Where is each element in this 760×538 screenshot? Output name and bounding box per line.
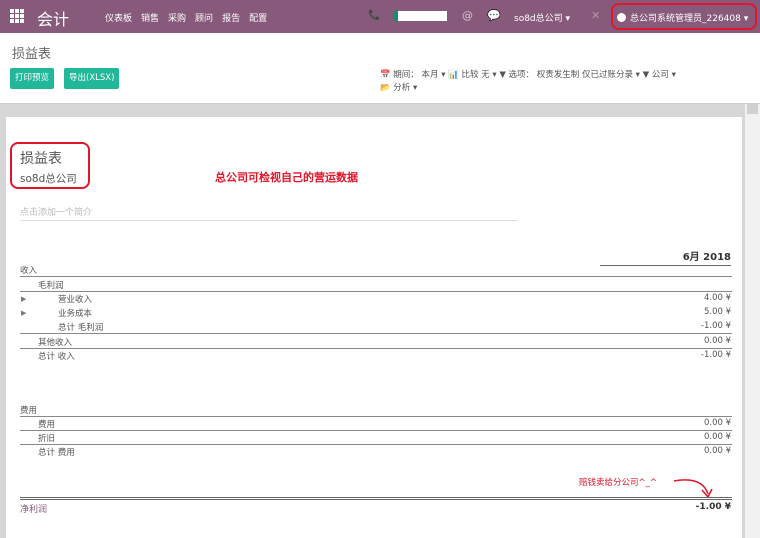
menu-reports[interactable]: 报告 (222, 11, 240, 24)
divider (20, 333, 732, 334)
expense-label: 费用 (38, 420, 56, 430)
total-income-amount: -1.00 ¥ (700, 350, 731, 360)
menu-dashboard[interactable]: 仪表板 (105, 11, 132, 24)
caret-right-icon[interactable]: ▶ (21, 309, 26, 317)
total-gross-profit-amount: -1.00 ¥ (700, 321, 731, 331)
operating-income-label[interactable]: 营业收入 (58, 293, 92, 305)
main-menu: 仪表板 销售 采购 顾问 报告 配置 (105, 11, 267, 24)
income-label: 收入 (20, 266, 38, 276)
company-switcher[interactable]: so8d总公司 ▾ (514, 11, 570, 24)
filter-row-1[interactable]: 📅 期间： 本月 ▾ 📊 比较 无 ▾ ▼ 选项： 权责发生制 仅已过账分录 ▾… (380, 69, 676, 82)
depreciation-amount: 0.00 ¥ (703, 432, 731, 442)
other-income-label: 其他收入 (38, 338, 73, 348)
summary-field[interactable]: 点击添加一个简介 (20, 205, 518, 221)
operating-income-amount[interactable]: 4.00 ¥ (600, 293, 731, 303)
net-profit-divider (20, 497, 732, 500)
depreciation-label: 折旧 (38, 434, 56, 444)
column-header: 6月 2018 (600, 248, 731, 266)
total-expenses-label: 总计 费用 (38, 448, 75, 458)
at-icon[interactable]: @ (462, 9, 473, 22)
total-expenses-amount: 0.00 ¥ (703, 446, 731, 456)
divider (20, 291, 732, 292)
cost-of-revenue-label[interactable]: 业务成本 (58, 307, 92, 319)
net-profit-label: 净利润 (20, 505, 48, 515)
scrollbar[interactable] (745, 104, 760, 538)
menu-sales[interactable]: 销售 (141, 11, 159, 24)
total-income-label: 总计 收入 (38, 352, 75, 362)
chat-icon[interactable]: 💬 (487, 9, 501, 22)
phone-icon[interactable]: 📞 (368, 10, 380, 21)
annotation-text: 总公司可检视自己的营运数据 (215, 171, 358, 184)
filter-analysis[interactable]: 📂 分析 ▾ (380, 82, 676, 95)
user-menu[interactable]: 总公司系统管理员_226408 ▾ (611, 3, 757, 30)
menu-purchase[interactable]: 采购 (168, 11, 186, 24)
voip-status-bar[interactable] (393, 11, 447, 21)
expenses-label: 费用 (20, 406, 38, 416)
divider (20, 276, 732, 277)
divider (20, 444, 732, 445)
app-name: 会计 (37, 10, 70, 29)
divider (20, 416, 732, 417)
print-preview-button[interactable]: 打印预览 (10, 68, 55, 89)
export-xlsx-button[interactable]: 导出(XLSX) (64, 68, 120, 89)
apps-grid-icon[interactable] (10, 9, 24, 23)
user-name: 总公司系统管理员_226408 ▾ (630, 14, 749, 24)
scrollbar-thumb[interactable] (747, 104, 758, 114)
control-panel: 损益表 打印预览 导出(XLSX) 📅 期间： 本月 ▾ 📊 比较 无 ▾ ▼ … (0, 33, 760, 104)
divider (20, 348, 732, 349)
total-gross-profit-label: 总计 毛利润 (58, 323, 104, 333)
net-profit-amount: -1.00 ¥ (695, 502, 731, 512)
breadcrumb: 损益表 (12, 47, 52, 62)
divider (20, 430, 732, 431)
report-title: 损益表 (20, 151, 62, 167)
close-icon[interactable]: ✕ (591, 9, 600, 22)
top-navbar: 会计 仪表板 销售 采购 顾问 报告 配置 📞 @ 💬 so8d总公司 ▾ ✕ … (0, 0, 760, 33)
report-filters: 📅 期间： 本月 ▾ 📊 比较 无 ▾ ▼ 选项： 权责发生制 仅已过账分录 ▾… (380, 69, 676, 95)
report-company: so8d总公司 (20, 173, 77, 185)
avatar (617, 13, 626, 22)
menu-adviser[interactable]: 顾问 (195, 11, 213, 24)
annotation-text-2: 赔钱卖给分公司^_^ (579, 478, 657, 488)
gross-profit-label: 毛利润 (38, 281, 64, 291)
expense-amount: 0.00 ¥ (703, 418, 731, 428)
cost-of-revenue-amount[interactable]: 5.00 ¥ (600, 307, 731, 317)
caret-right-icon[interactable]: ▶ (21, 295, 26, 303)
menu-configuration[interactable]: 配置 (249, 11, 267, 24)
other-income-amount: 0.00 ¥ (703, 336, 731, 346)
